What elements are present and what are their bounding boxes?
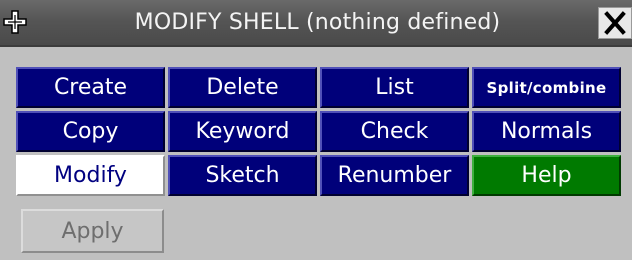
keyword-button[interactable]: Keyword [168,111,317,152]
help-button[interactable]: Help [472,155,621,196]
modify-shell-panel: MODIFY SHELL (nothing defined) Create De… [0,0,632,260]
apply-button[interactable]: Apply [21,209,164,253]
close-x-icon [604,11,626,35]
create-button[interactable]: Create [16,67,165,108]
close-button[interactable] [598,7,632,39]
sketch-button[interactable]: Sketch [168,155,317,196]
command-grid: Create Delete List Split/combine Copy Ke… [16,67,621,196]
modify-button[interactable]: Modify [16,155,165,196]
list-button[interactable]: List [320,67,469,108]
title-bar[interactable]: MODIFY SHELL (nothing defined) [0,0,632,47]
renumber-button[interactable]: Renumber [320,155,469,196]
delete-button[interactable]: Delete [168,67,317,108]
move-cross-icon[interactable] [3,10,27,34]
window-title: MODIFY SHELL (nothing defined) [134,10,501,35]
check-button[interactable]: Check [320,111,469,152]
copy-button[interactable]: Copy [16,111,165,152]
normals-button[interactable]: Normals [472,111,621,152]
split-combine-button[interactable]: Split/combine [472,67,621,108]
